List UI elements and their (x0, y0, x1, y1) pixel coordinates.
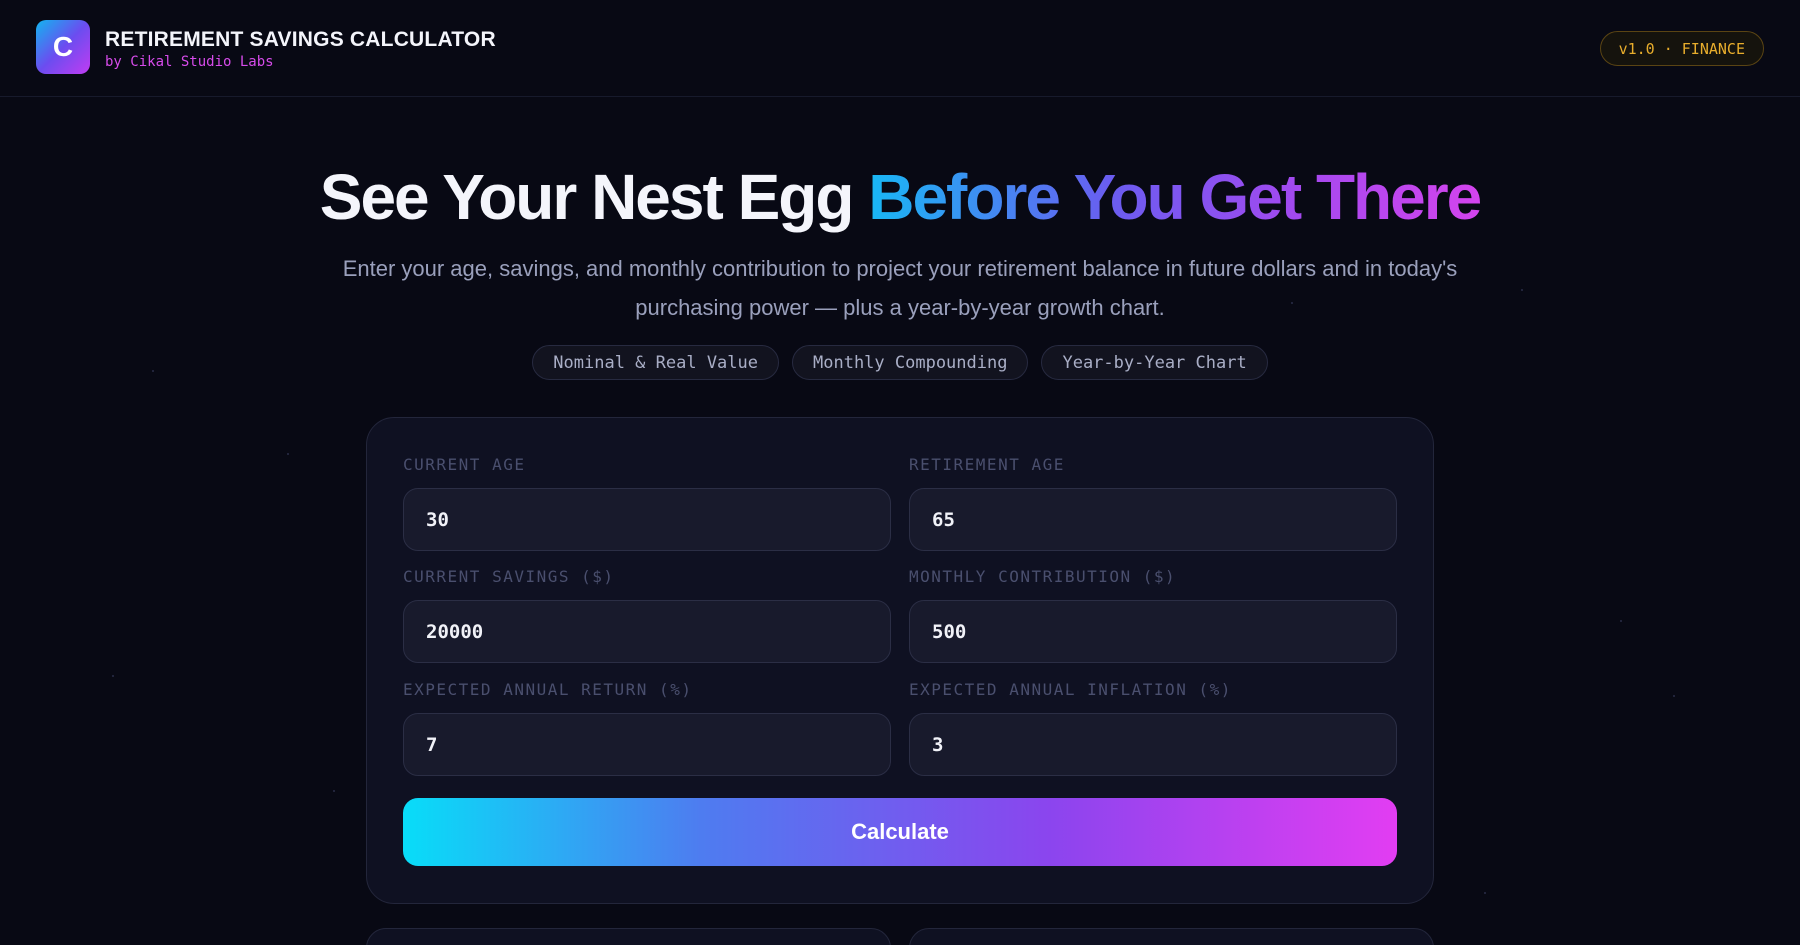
current-age-group: CURRENT AGE (403, 454, 891, 551)
star-decoration (112, 675, 114, 677)
star-decoration (1484, 892, 1486, 894)
star-decoration (1673, 695, 1675, 697)
monthly-contribution-input[interactable] (909, 600, 1397, 663)
annual-return-label: EXPECTED ANNUAL RETURN (%) (403, 680, 693, 699)
result-card-right (909, 928, 1434, 945)
top-bar: C RETIREMENT SAVINGS CALCULATOR by Cikal… (0, 0, 1800, 97)
chip-nominal-real: Nominal & Real Value (532, 345, 779, 380)
chip-year-chart: Year-by-Year Chart (1041, 345, 1268, 380)
star-decoration (287, 453, 289, 455)
retirement-age-label: RETIREMENT AGE (909, 455, 1065, 474)
annual-return-input[interactable] (403, 713, 891, 776)
annual-return-group: EXPECTED ANNUAL RETURN (%) (403, 679, 891, 776)
annual-inflation-input[interactable] (909, 713, 1397, 776)
feature-chips: Nominal & Real Value Monthly Compounding… (0, 345, 1800, 380)
monthly-contribution-group: MONTHLY CONTRIBUTION ($) (909, 566, 1397, 663)
hero-title-plain: See Your Nest Egg (319, 161, 869, 233)
current-savings-group: CURRENT SAVINGS ($) (403, 566, 891, 663)
chip-monthly-compounding: Monthly Compounding (792, 345, 1029, 380)
current-savings-input[interactable] (403, 600, 891, 663)
calculate-button[interactable]: Calculate (403, 798, 1397, 866)
app-title: RETIREMENT SAVINGS CALCULATOR (105, 28, 496, 51)
current-savings-label: CURRENT SAVINGS ($) (403, 567, 615, 586)
star-decoration (1620, 620, 1622, 622)
hero-description: Enter your age, savings, and monthly con… (342, 256, 1458, 320)
star-decoration (333, 790, 335, 792)
retirement-age-group: RETIREMENT AGE (909, 454, 1397, 551)
star-decoration (1521, 289, 1523, 291)
version-badge: v1.0 · FINANCE (1599, 31, 1764, 66)
logo-letter: C (52, 31, 74, 62)
result-card-left (366, 928, 891, 945)
calculator-card: CURRENT AGE RETIREMENT AGE CURRENT SAVIN… (366, 417, 1434, 904)
app-subtitle: by Cikal Studio Labs (105, 54, 274, 70)
current-age-input[interactable] (403, 488, 891, 551)
monthly-contribution-label: MONTHLY CONTRIBUTION ($) (909, 567, 1177, 586)
current-age-label: CURRENT AGE (403, 455, 526, 474)
hero-title: See Your Nest Egg Before You Get There (0, 160, 1800, 234)
annual-inflation-group: EXPECTED ANNUAL INFLATION (%) (909, 679, 1397, 776)
retirement-age-input[interactable] (909, 488, 1397, 551)
annual-inflation-label: EXPECTED ANNUAL INFLATION (%) (909, 680, 1232, 699)
hero-title-gradient: Before You Get There (868, 161, 1482, 233)
app-logo: C (36, 20, 90, 74)
